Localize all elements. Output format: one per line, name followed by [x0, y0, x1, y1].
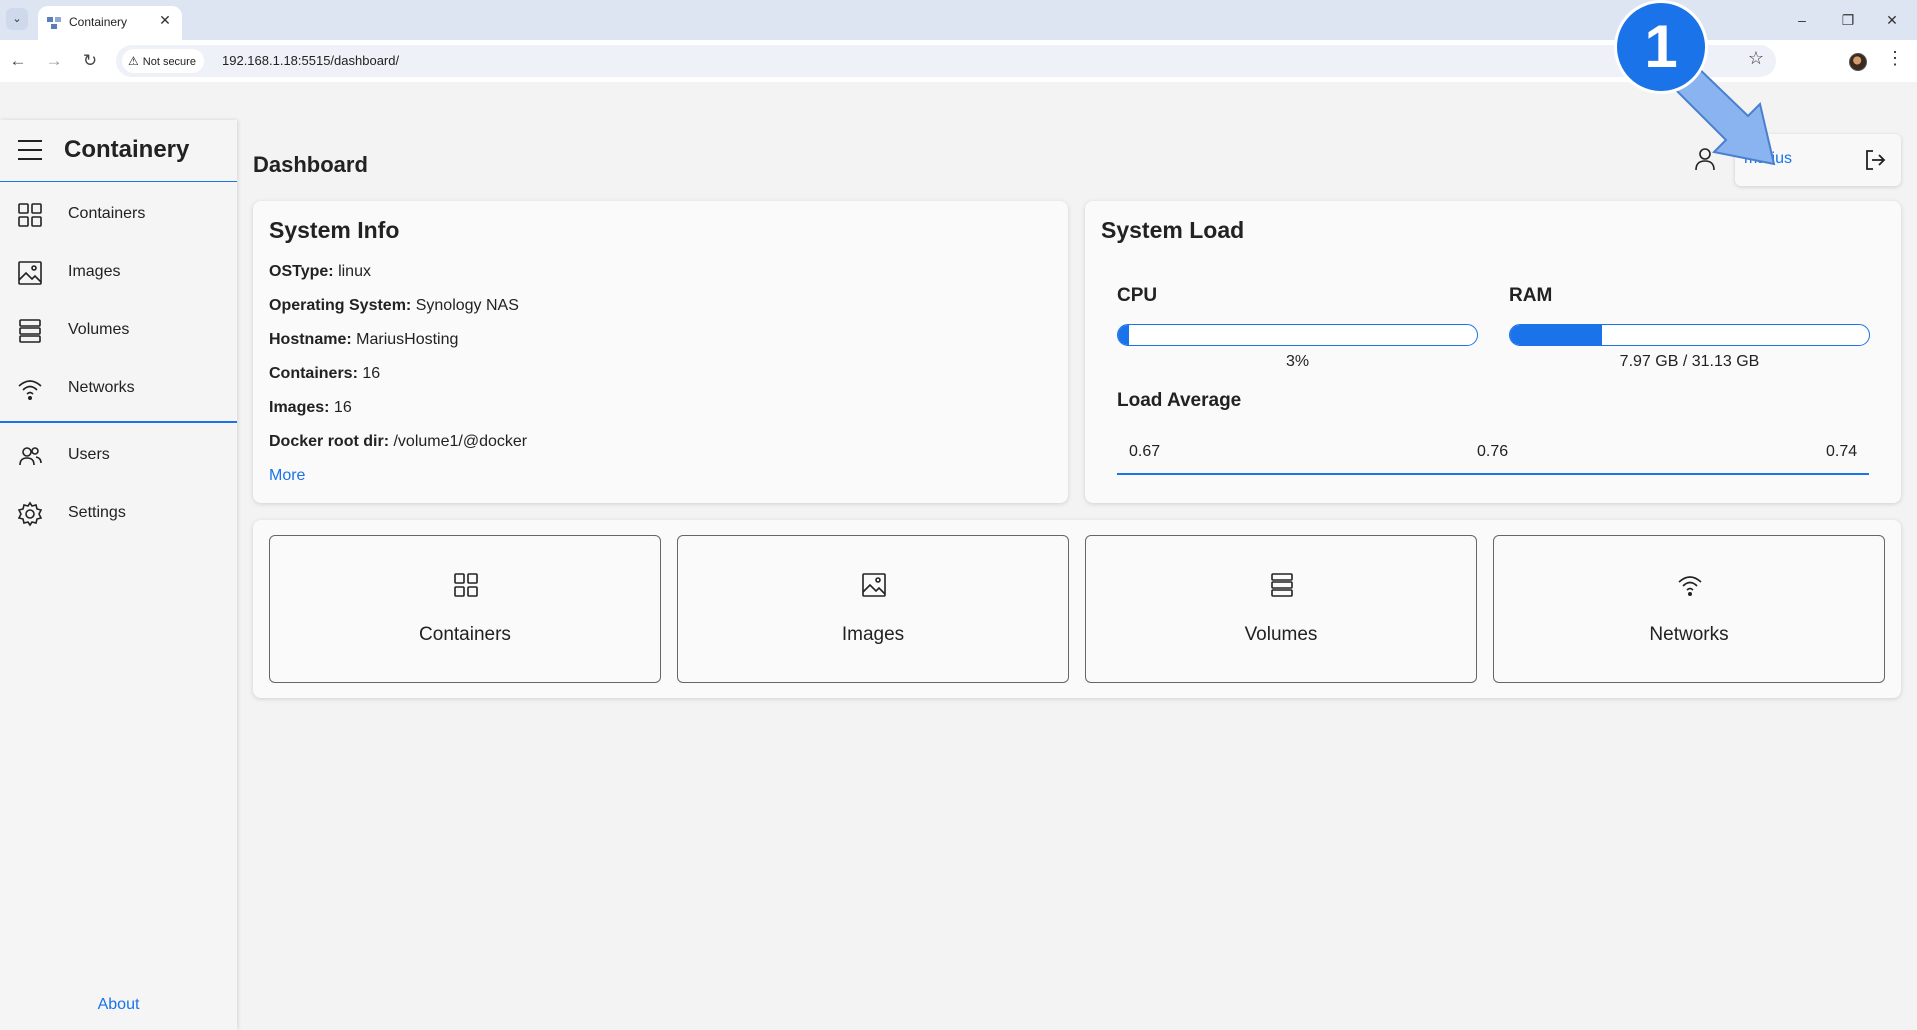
more-link[interactable]: More [269, 467, 305, 485]
forward-arrow-icon[interactable]: → [42, 49, 66, 73]
cpu-caption: 3% [1285, 353, 1310, 370]
warning-icon: ⚠ [128, 54, 139, 68]
gear-icon [17, 501, 43, 527]
grid-icon [454, 573, 478, 597]
tile-label: Containers [419, 624, 511, 645]
sidebar-item-users[interactable]: Users [0, 427, 237, 483]
cpu-label: CPU [1117, 285, 1158, 306]
info-label: Images: [269, 399, 330, 416]
sidebar-item-containers[interactable]: Containers [0, 186, 237, 242]
page-title: Dashboard [253, 152, 368, 177]
sidebar-item-settings[interactable]: Settings [0, 485, 237, 541]
browser-menu-icon[interactable]: ⋮ [1886, 48, 1904, 69]
wifi-icon [18, 380, 42, 400]
info-label: OSType: [269, 263, 334, 280]
stack-icon [1271, 573, 1293, 597]
tile-networks[interactable]: Networks [1493, 535, 1885, 683]
info-label: Containers: [269, 365, 358, 382]
info-value: /volume1/@docker [393, 433, 528, 450]
tab-close-icon[interactable]: ✕ [156, 12, 174, 29]
app-name: Containery [64, 136, 190, 163]
quick-links-card: Containers Images Volumes Networks [253, 520, 1901, 698]
info-value: Synology NAS [415, 297, 519, 314]
sidebar-item-volumes[interactable]: Volumes [0, 302, 237, 358]
tile-label: Volumes [1244, 624, 1318, 645]
sidebar-item-label: Containers [68, 205, 146, 222]
load-average-1m: 0.67 [1129, 443, 1161, 460]
load-average-15m: 0.74 [1826, 443, 1858, 460]
info-row-docker-root: Docker root dir: /volume1/@docker [269, 433, 527, 451]
restore-button[interactable]: ❐ [1833, 8, 1863, 32]
image-icon [18, 261, 42, 285]
sidebar-item-images[interactable]: Images [0, 244, 237, 300]
info-label: Docker root dir: [269, 433, 390, 450]
tab-title: Containery [69, 15, 128, 29]
not-secure-label: Not secure [142, 56, 196, 68]
info-row-ostype: OSType: linux [269, 263, 371, 281]
sidebar-divider [0, 421, 237, 423]
system-info-title: System Info [269, 217, 400, 243]
about-link[interactable]: About [0, 996, 237, 1014]
sidebar-item-networks[interactable]: Networks [0, 360, 237, 416]
reload-icon[interactable]: ↻ [78, 49, 102, 73]
sidebar-header: Containery [0, 120, 237, 182]
sidebar-item-label: Volumes [68, 321, 130, 338]
load-average-divider [1117, 473, 1869, 475]
info-value: 16 [333, 399, 352, 416]
info-row-os: Operating System: Synology NAS [269, 297, 519, 315]
system-info-card: System Info OSType: linux Operating Syst… [253, 201, 1068, 503]
address-bar[interactable]: ⚠ Not secure 192.168.1.18:5515/dashboard/… [116, 45, 1776, 77]
sidebar-item-label: Images [68, 263, 121, 280]
sidebar-item-label: Settings [68, 504, 126, 521]
users-icon [19, 447, 42, 466]
cpu-progress-fill [1118, 325, 1129, 345]
tile-label: Networks [1649, 624, 1729, 645]
stack-icon [19, 319, 41, 343]
tile-label: Images [841, 624, 905, 645]
app-root: Containery Containers Images Volumes Net… [0, 120, 1917, 1030]
back-arrow-icon[interactable]: ← [6, 49, 30, 73]
ram-progress-bar [1509, 324, 1870, 346]
system-load-card: System Load CPU 3% RAM 7.97 GB / 31.13 G… [1085, 201, 1901, 503]
load-average-label: Load Average [1117, 390, 1242, 411]
load-average-5m: 0.76 [1477, 443, 1509, 460]
info-row-containers: Containers: 16 [269, 365, 380, 383]
tile-images[interactable]: Images [677, 535, 1069, 683]
info-value: MariusHosting [356, 331, 459, 348]
step-number-badge: 1 [1614, 0, 1708, 94]
info-row-images: Images: 16 [269, 399, 352, 417]
minimize-button[interactable]: – [1787, 8, 1817, 32]
sidebar-item-label: Networks [68, 379, 135, 396]
sidebar-item-label: Users [68, 446, 110, 463]
not-secure-chip[interactable]: ⚠ Not secure [122, 49, 204, 73]
ram-label: RAM [1509, 285, 1553, 306]
info-label: Hostname: [269, 331, 352, 348]
window-close-button[interactable]: ✕ [1877, 8, 1907, 32]
ram-caption: 7.97 GB / 31.13 GB [1619, 353, 1760, 370]
system-load-title: System Load [1101, 217, 1245, 243]
tab-search-button[interactable]: ⌄ [6, 8, 28, 30]
tile-containers[interactable]: Containers [269, 535, 661, 683]
profile-avatar[interactable] [1849, 53, 1867, 71]
image-icon [862, 573, 886, 597]
info-value: 16 [362, 365, 381, 382]
tile-volumes[interactable]: Volumes [1085, 535, 1477, 683]
logout-icon[interactable] [1863, 148, 1887, 172]
grid-icon [18, 203, 42, 227]
containery-favicon-icon [47, 17, 61, 29]
info-value: linux [338, 263, 371, 280]
hamburger-menu-icon[interactable] [18, 140, 42, 160]
ram-progress-fill [1510, 325, 1602, 345]
url-text[interactable]: 192.168.1.18:5515/dashboard/ [222, 53, 399, 68]
browser-tab[interactable]: Containery ✕ [38, 6, 182, 40]
info-row-hostname: Hostname: MariusHosting [269, 331, 458, 349]
info-label: Operating System: [269, 297, 412, 314]
wifi-icon [1678, 576, 1702, 596]
cpu-progress-bar [1117, 324, 1478, 346]
sidebar: Containery Containers Images Volumes Net… [0, 120, 237, 1030]
